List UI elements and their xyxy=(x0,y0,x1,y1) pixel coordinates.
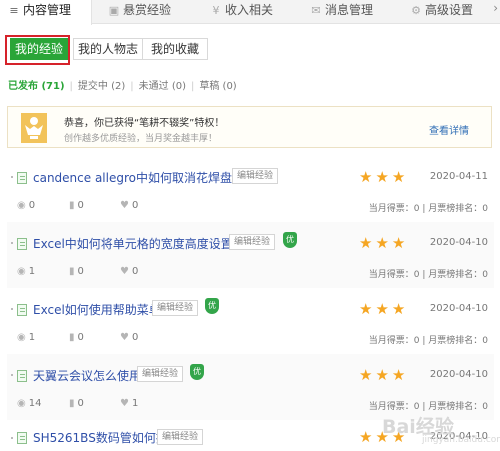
edit-experience-button[interactable]: 编辑经验 xyxy=(157,429,204,445)
monthly-votes: 当月得票：0 | 月票榜排名：0 xyxy=(368,402,488,412)
publish-date: 2020-04-10 xyxy=(429,237,488,248)
gear-icon: ⚙ xyxy=(411,4,421,17)
tab-bounty-experience[interactable]: ▣ 悬赏经验 xyxy=(108,0,171,24)
document-icon xyxy=(17,304,27,316)
star-rating: ★★★ xyxy=(359,168,409,186)
document-icon xyxy=(17,370,27,382)
views-stat: ◉ 1 xyxy=(17,332,36,343)
article-row: 天翼云会议怎么使用 编辑经验 优 ★★★ 2020-04-10 ◉ 14 ▮ 0 ♥… xyxy=(7,354,494,420)
subtab-my-profiles[interactable]: 我的人物志 xyxy=(73,38,143,60)
edit-experience-button[interactable]: 编辑经验 xyxy=(137,366,184,382)
highlight-box xyxy=(5,35,70,65)
likes-stat: ♥ 1 xyxy=(120,398,139,409)
star-rating: ★★★ xyxy=(359,234,409,252)
comments-stat: ▮ 0 xyxy=(69,398,84,409)
tab-messages[interactable]: ✉ 消息管理 xyxy=(310,0,373,24)
eye-icon: ◉ xyxy=(17,332,26,343)
heart-icon: ♥ xyxy=(120,266,129,277)
notice-subtitle: 创作越多优质经验，当月奖金越丰厚！ xyxy=(64,134,218,144)
quality-badge-icon: 优 xyxy=(283,232,297,248)
tab-income[interactable]: ¥ 收入相关 xyxy=(210,0,274,24)
publish-date: 2020-04-11 xyxy=(429,171,488,182)
views-stat: ◉ 0 xyxy=(17,200,36,211)
award-notice: 恭喜，你已获得“笔耕不辍奖”特权！ 创作越多优质经验，当月奖金越丰厚！ 查看详情 xyxy=(7,106,492,148)
edit-experience-button[interactable]: 编辑经验 xyxy=(152,300,199,316)
bar-chart-icon: ▮ xyxy=(69,200,75,211)
watermark-url: jingyan.baidu.com xyxy=(422,435,500,445)
status-filters: 已发布 (71) | 提交中 (2) | 未通过 (0) | 草稿 (0) xyxy=(8,77,237,92)
top-nav: ≡ 内容管理 ▣ 悬赏经验 ¥ 收入相关 ✉ 消息管理 ⚙ 高级设置 › xyxy=(0,0,500,25)
list-icon: ≡ xyxy=(9,4,19,17)
quality-badge-icon: 优 xyxy=(190,364,204,380)
article-title[interactable]: 天翼云会议怎么使用 xyxy=(33,367,141,384)
notice-title: 恭喜，你已获得“笔耕不辍奖”特权！ xyxy=(64,118,225,129)
likes-stat: ♥ 0 xyxy=(120,200,139,211)
monthly-votes: 当月得票：0 | 月票榜排名：0 xyxy=(368,336,488,346)
star-rating: ★★★ xyxy=(359,300,409,318)
bar-chart-icon: ▮ xyxy=(69,398,75,409)
publish-date: 2020-04-10 xyxy=(429,369,488,380)
bar-chart-icon: ▮ xyxy=(69,266,75,277)
more-arrow-icon[interactable]: › xyxy=(493,1,498,15)
comments-stat: ▮ 0 xyxy=(69,200,84,211)
eye-icon: ◉ xyxy=(17,200,26,211)
trophy-icon xyxy=(21,113,47,143)
mail-icon: ✉ xyxy=(311,4,321,17)
eye-icon: ◉ xyxy=(17,266,26,277)
view-details-link[interactable]: 查看详情 xyxy=(429,122,469,137)
coin-icon: ¥ xyxy=(212,4,220,17)
likes-stat: ♥ 0 xyxy=(120,332,139,343)
bar-chart-icon: ▮ xyxy=(69,332,75,343)
tab-advanced-settings[interactable]: ⚙ 高级设置 xyxy=(410,0,473,24)
views-stat: ◉ 1 xyxy=(17,266,36,277)
article-row: Excel如何使用帮助菜单 编辑经验 优 ★★★ 2020-04-10 ◉ 1 ▮… xyxy=(7,288,494,354)
comments-stat: ▮ 0 xyxy=(69,332,84,343)
filter-rejected[interactable]: 未通过 (0) xyxy=(139,77,186,92)
heart-icon: ♥ xyxy=(120,332,129,343)
document-icon xyxy=(17,172,27,184)
article-row: candence allegro中如何取消花焊盘(十... 编辑经验 ★★★ 2… xyxy=(7,156,494,222)
tab-content-management[interactable]: ≡ 内容管理 xyxy=(0,0,92,25)
likes-stat: ♥ 0 xyxy=(120,266,139,277)
comments-stat: ▮ 0 xyxy=(69,266,84,277)
edit-experience-button[interactable]: 编辑经验 xyxy=(229,234,276,250)
document-icon xyxy=(17,238,27,250)
star-rating: ★★★ xyxy=(359,366,409,384)
article-title[interactable]: Excel中如何将单元格的宽度高度设置成... xyxy=(33,235,256,252)
article-row: Excel中如何将单元格的宽度高度设置成... 编辑经验 优 ★★★ 2020-… xyxy=(7,222,494,288)
quality-badge-icon: 优 xyxy=(205,298,219,314)
publish-date: 2020-04-10 xyxy=(429,303,488,314)
heart-icon: ♥ xyxy=(120,200,129,211)
article-title[interactable]: SH5261BS数码管如何接 xyxy=(33,429,168,446)
monthly-votes: 当月得票：0 | 月票榜排名：0 xyxy=(368,270,488,280)
bag-icon: ▣ xyxy=(108,4,120,17)
article-title[interactable]: Excel如何使用帮助菜单 xyxy=(33,301,161,318)
eye-icon: ◉ xyxy=(17,398,26,409)
filter-submitting[interactable]: 提交中 (2) xyxy=(78,77,125,92)
subtab-my-favorites[interactable]: 我的收藏 xyxy=(142,38,208,60)
heart-icon: ♥ xyxy=(120,398,129,409)
filter-published[interactable]: 已发布 (71) xyxy=(8,77,65,92)
article-title[interactable]: candence allegro中如何取消花焊盘(十... xyxy=(33,169,260,186)
document-icon xyxy=(17,432,27,444)
monthly-votes: 当月得票：0 | 月票榜排名：0 xyxy=(368,204,488,214)
edit-experience-button[interactable]: 编辑经验 xyxy=(232,168,279,184)
filter-drafts[interactable]: 草稿 (0) xyxy=(199,77,236,92)
views-stat: ◉ 14 xyxy=(17,398,42,409)
